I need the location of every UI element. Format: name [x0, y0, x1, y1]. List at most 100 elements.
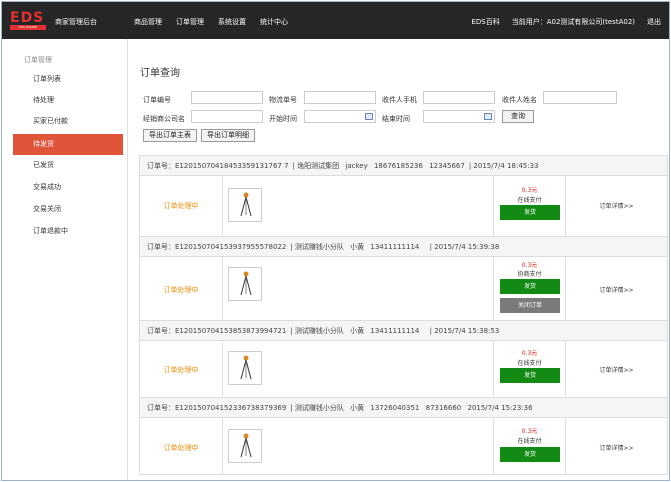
payment-method: 在线支付 — [517, 438, 542, 445]
order-price: 0.3元 — [521, 350, 538, 357]
top-right-area: EDS百科 当前用户：A02测试有限公司(testA02) 退出 — [459, 17, 661, 27]
order-detail-link[interactable]: 订单详情>> — [566, 285, 667, 294]
receiver-phone-input[interactable] — [423, 91, 495, 104]
order-header: 订单号：E120150704153853873994721 | 测试赚钱小分队 小… — [140, 321, 667, 341]
order-time: 2015/7/4 15:39:38 — [434, 243, 500, 251]
order-number: 订单号：E120150704152336738379369 — [147, 404, 287, 412]
order-status-cell: 订单处理中 — [140, 257, 223, 320]
logo-text: EDS — [10, 10, 45, 26]
order-price: 0.3元 — [521, 262, 538, 269]
sidebar-title: 订单管理 — [24, 56, 52, 64]
product-thumbnail[interactable] — [228, 429, 262, 463]
export-main-button[interactable]: 导出订单主表 — [143, 129, 197, 142]
ship-button[interactable]: 发货 — [500, 205, 560, 220]
order-status: 订单处理中 — [163, 366, 199, 374]
order-no-input[interactable] — [191, 91, 263, 104]
product-thumbnail[interactable] — [228, 188, 262, 222]
sidebar-item-to-ship[interactable]: 待发货 — [13, 134, 123, 155]
order-time: 2015/7/4 18:45:33 — [473, 162, 539, 170]
order-phone: 13411111114 — [370, 243, 420, 251]
logistics-no-input[interactable] — [304, 91, 376, 104]
logo-subtext: EDS ONLINE — [10, 25, 46, 30]
order-detail-cell: 订单详情>> — [566, 257, 667, 320]
logistics-no-label: 物流单号 — [269, 96, 297, 104]
calendar-icon[interactable] — [365, 113, 373, 120]
order-payment-cell: 0.3元 在线支付 发货 — [494, 341, 566, 397]
order-detail-cell: 订单详情>> — [566, 176, 667, 236]
sidebar-item-closed[interactable]: 交易关闭 — [13, 199, 123, 220]
end-time-input[interactable] — [423, 110, 495, 123]
order-group: 测试赚钱小分队 — [294, 404, 344, 412]
order-card: 订单号：E12015070418453359131767 7 | 逸阳测试集团 j… — [139, 155, 668, 237]
page-title: 订单查询 — [140, 68, 180, 79]
start-time-input[interactable] — [304, 110, 376, 123]
order-phone: 13726040351 — [370, 404, 420, 412]
order-detail-link[interactable]: 订单详情>> — [566, 365, 667, 374]
main-nav: 商品管理 订单管理 系统设置 统计中心 — [134, 17, 302, 27]
product-thumbnail[interactable] — [228, 351, 262, 385]
sidebar: 订单管理 订单列表 待处理 买家已付款 待发货 已发货 交易成功 交易关闭 订单… — [2, 39, 128, 480]
payment-method: 协商支付 — [517, 271, 542, 278]
dealer-input[interactable] — [191, 110, 263, 123]
ship-button[interactable]: 发货 — [500, 368, 560, 383]
order-product-cell — [223, 341, 494, 397]
order-number: 订单号：E12015070418453359131767 7 — [147, 162, 289, 170]
order-status: 订单处理中 — [163, 444, 199, 452]
top-bar: EDS EDS ONLINE 商家管理后台 商品管理 订单管理 系统设置 统计中… — [2, 2, 669, 39]
order-status-cell: 订单处理中 — [140, 341, 223, 397]
order-product-cell — [223, 257, 494, 320]
nav-item-orders[interactable]: 订单管理 — [176, 17, 204, 27]
main-content: 订单查询 订单编号 物流单号 收件人手机 收件人姓名 经销商公司名 开始时间 结… — [129, 39, 669, 480]
order-card: 订单号：E120150704152336738379369 | 测试赚钱小分队 小… — [139, 397, 668, 475]
nav-item-products[interactable]: 商品管理 — [134, 17, 162, 27]
order-contact: 小黄 — [350, 243, 365, 251]
sidebar-item-paid[interactable]: 买家已付款 — [13, 111, 123, 132]
order-detail-link[interactable]: 订单详情>> — [566, 201, 667, 210]
receiver-name-input[interactable] — [543, 91, 617, 104]
order-product-cell — [223, 176, 494, 236]
order-no-label: 订单编号 — [143, 96, 171, 104]
order-header: 订单号：E12015070418453359131767 7 | 逸阳测试集团 j… — [140, 156, 667, 176]
order-time: 2015/7/4 15:38:53 — [434, 327, 500, 335]
calendar-icon[interactable] — [484, 113, 492, 120]
end-time-label: 结束时间 — [382, 115, 410, 123]
product-thumbnail[interactable] — [228, 267, 262, 301]
order-card: 订单号：E120150704153937955578022 | 测试赚钱小分队 小… — [139, 236, 668, 321]
export-detail-button[interactable]: 导出订单明细 — [201, 129, 255, 142]
brand-title: 商家管理后台 — [55, 18, 97, 26]
payment-method: 在线支付 — [517, 197, 542, 204]
receiver-name-label: 收件人姓名 — [502, 96, 537, 104]
nav-item-settings[interactable]: 系统设置 — [218, 17, 246, 27]
nav-item-statistics[interactable]: 统计中心 — [260, 17, 288, 27]
search-button[interactable]: 查询 — [502, 110, 534, 123]
order-contact: 小黄 — [350, 404, 365, 412]
wiki-link[interactable]: EDS百科 — [471, 17, 499, 27]
product-image-icon — [240, 271, 252, 296]
order-status-cell: 订单处理中 — [140, 176, 223, 236]
order-header: 订单号：E120150704153937955578022 | 测试赚钱小分队 小… — [140, 237, 667, 257]
close-order-button[interactable]: 关闭订单 — [500, 298, 560, 313]
order-time: 2015/7/4 15:23:36 — [467, 404, 533, 412]
sidebar-item-shipped[interactable]: 已发货 — [13, 155, 123, 176]
order-payment-cell: 0.3元 协商支付 发货 关闭订单 — [494, 257, 566, 320]
order-extra: 87316660 — [425, 404, 462, 412]
app-window: EDS EDS ONLINE 商家管理后台 商品管理 订单管理 系统设置 统计中… — [1, 1, 670, 481]
order-status-cell: 订单处理中 — [140, 418, 223, 474]
sidebar-item-order-list[interactable]: 订单列表 — [13, 69, 123, 90]
logout-link[interactable]: 退出 — [647, 17, 661, 27]
product-image-icon — [240, 433, 252, 458]
order-group: 测试赚钱小分队 — [294, 243, 344, 251]
order-number: 订单号：E120150704153853873994721 — [147, 327, 287, 335]
order-detail-cell: 订单详情>> — [566, 418, 667, 474]
sidebar-item-refunding[interactable]: 订单退款中 — [13, 221, 123, 242]
ship-button[interactable]: 发货 — [500, 447, 560, 462]
receiver-phone-label: 收件人手机 — [382, 96, 417, 104]
current-user: 当前用户：A02测试有限公司(testA02) — [511, 18, 635, 26]
order-header: 订单号：E120150704152336738379369 | 测试赚钱小分队 小… — [140, 398, 667, 418]
sidebar-item-pending[interactable]: 待处理 — [13, 90, 123, 111]
ship-button[interactable]: 发货 — [500, 279, 560, 294]
product-image-icon — [240, 355, 252, 380]
sidebar-item-completed[interactable]: 交易成功 — [13, 177, 123, 198]
order-detail-link[interactable]: 订单详情>> — [566, 443, 667, 452]
order-product-cell — [223, 418, 494, 474]
